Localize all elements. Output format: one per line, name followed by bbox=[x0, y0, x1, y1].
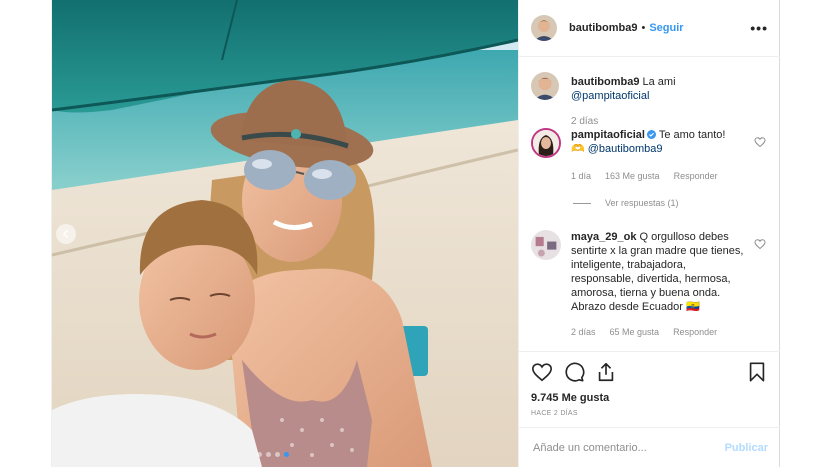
separator: • bbox=[641, 22, 646, 34]
comment-text: Q orgulloso debes sentirte x la gran mad… bbox=[571, 231, 744, 313]
like-comment-icon[interactable] bbox=[754, 238, 766, 250]
replies-line bbox=[573, 202, 591, 204]
comment-time[interactable]: 2 días bbox=[571, 325, 596, 339]
verified-badge-icon bbox=[646, 130, 656, 139]
caption-text: La ami bbox=[642, 76, 676, 88]
reply-button[interactable]: Responder bbox=[674, 169, 718, 183]
reply-button[interactable]: Responder bbox=[673, 325, 717, 339]
share-icon[interactable] bbox=[595, 361, 617, 383]
follow-button[interactable]: Seguir bbox=[649, 22, 683, 34]
carousel-dot bbox=[266, 452, 271, 457]
likes-count[interactable]: 9.745 Me gusta bbox=[531, 392, 768, 404]
comments-list: bautibomba9 La ami @pampitaoficial 2 día… bbox=[519, 58, 780, 348]
commenter-avatar[interactable] bbox=[531, 128, 561, 158]
bookmark-icon[interactable] bbox=[746, 361, 768, 383]
instagram-post: bautibomba9 • Seguir ••• bautibomba9 La … bbox=[51, 0, 780, 467]
post-sidebar: bautibomba9 • Seguir ••• bautibomba9 La … bbox=[518, 0, 780, 467]
author-avatar[interactable] bbox=[531, 15, 557, 41]
chevron-left-icon bbox=[62, 229, 69, 239]
publish-button[interactable]: Publicar bbox=[725, 442, 768, 454]
post-photo[interactable] bbox=[52, 0, 518, 467]
comment-item: pampitaoficial Te amo tanto! 🫶 @bautibom… bbox=[531, 128, 768, 183]
heart-icon[interactable] bbox=[531, 361, 553, 383]
comment-likes[interactable]: 163 Me gusta bbox=[605, 169, 660, 183]
add-comment-bar: Publicar bbox=[519, 427, 780, 467]
caption-mention[interactable]: @pampitaoficial bbox=[571, 90, 649, 102]
carousel-dot-active bbox=[284, 452, 289, 457]
comment-mention[interactable]: @bautibomba9 bbox=[588, 143, 663, 155]
author-username[interactable]: bautibomba9 bbox=[569, 22, 637, 34]
carousel-dot bbox=[257, 452, 262, 457]
comment-input[interactable] bbox=[531, 440, 725, 455]
caption-username[interactable]: bautibomba9 bbox=[571, 76, 639, 88]
caption-avatar[interactable] bbox=[531, 72, 559, 100]
commenter-avatar[interactable] bbox=[531, 230, 561, 260]
commenter-username[interactable]: pampitaoficial bbox=[571, 129, 645, 141]
beach-selfie-image bbox=[52, 0, 518, 467]
caption: bautibomba9 La ami @pampitaoficial 2 día… bbox=[531, 72, 768, 129]
carousel-indicator bbox=[257, 452, 289, 457]
view-replies-label: Ver respuestas (1) bbox=[605, 198, 679, 208]
caption-time[interactable]: 2 días bbox=[571, 115, 598, 129]
like-comment-icon[interactable] bbox=[754, 136, 766, 148]
comment-text: Te amo tanto! bbox=[658, 129, 726, 141]
comment-time[interactable]: 1 día bbox=[571, 169, 591, 183]
comment-icon[interactable] bbox=[563, 361, 585, 383]
post-timestamp[interactable]: HACE 2 DÍAS bbox=[531, 410, 768, 417]
post-header: bautibomba9 • Seguir ••• bbox=[519, 0, 780, 57]
comment-item: maya_29_ok Q orgulloso debes sentirte x … bbox=[531, 230, 768, 339]
view-replies-button[interactable]: Ver respuestas (1) bbox=[573, 198, 679, 208]
heart-hands-emoji: 🫶 bbox=[571, 143, 585, 155]
previous-image-button[interactable] bbox=[56, 224, 76, 244]
commenter-username[interactable]: maya_29_ok bbox=[571, 231, 636, 243]
comment-likes[interactable]: 65 Me gusta bbox=[610, 325, 660, 339]
carousel-dot bbox=[275, 452, 280, 457]
post-actions: 9.745 Me gusta HACE 2 DÍAS bbox=[519, 351, 780, 417]
more-options-button[interactable]: ••• bbox=[750, 20, 768, 36]
